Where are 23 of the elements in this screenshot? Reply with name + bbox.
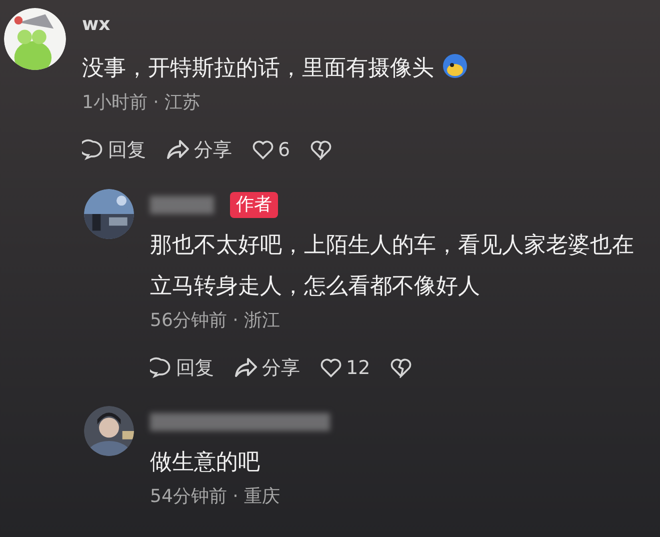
comment-icon <box>150 356 172 379</box>
heart-icon <box>252 140 274 160</box>
share-button[interactable]: 分享 <box>166 136 232 164</box>
comment-text: 那也不太好吧，上陌生人的车，看见人家老婆也在立马转身走人，怎么看都不像好人 <box>150 232 635 300</box>
comment-meta: 54分钟前 · 重庆 <box>150 485 282 509</box>
username: wx <box>82 12 110 36</box>
share-button[interactable]: 分享 <box>234 354 300 382</box>
comment-text: 做生意的吧 <box>150 449 261 477</box>
dislike-button[interactable] <box>310 140 332 160</box>
share-icon <box>166 139 190 162</box>
comment-meta: 56分钟前 · 浙江 <box>150 308 282 332</box>
share-icon <box>234 356 258 379</box>
dislike-button[interactable] <box>390 358 412 378</box>
reply-button[interactable]: 回复 <box>82 136 146 164</box>
author-badge: 作者 <box>230 192 278 218</box>
like-button[interactable]: 12 <box>320 354 370 382</box>
like-button[interactable]: 6 <box>252 136 290 164</box>
comment-meta: 1小时前 · 江苏 <box>82 91 202 115</box>
heart-icon <box>320 358 342 378</box>
reply-button[interactable]: 回复 <box>150 354 214 382</box>
comment-text: 没事，开特斯拉的话，里面有摄像头 <box>82 48 468 89</box>
blurred-name <box>150 196 214 214</box>
comment-icon <box>82 139 104 162</box>
